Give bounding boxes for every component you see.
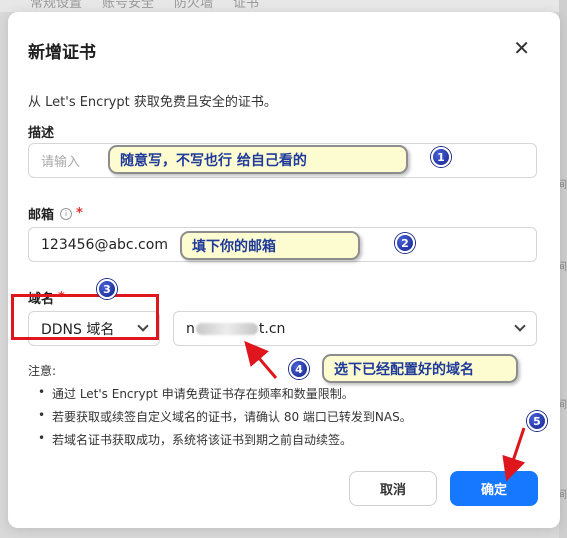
callout-email: 填下你的邮箱: [180, 231, 360, 260]
email-value: 123456@abc.com: [41, 236, 168, 253]
redacted-domain: [195, 322, 258, 335]
dialog-subtitle: 从 Let's Encrypt 获取免费且安全的证书。: [28, 95, 277, 110]
new-certificate-dialog: 新增证书 ✕ 从 Let's Encrypt 获取免费且安全的证书。 描述 请输…: [8, 12, 560, 528]
background-tab: 常规设置: [30, 0, 83, 11]
description-placeholder: 请输入: [41, 155, 81, 170]
domain-value-prefix: n: [186, 320, 195, 337]
description-label-text: 描述: [28, 126, 55, 141]
callout-domain: 选下已经配置好的域名: [322, 354, 518, 383]
note-item: 若要获取或续签自定义域名的证书，请确认 80 端口已转发到NAS。: [38, 408, 412, 425]
confirm-button[interactable]: 确定: [450, 471, 538, 506]
background-tabs: 常规设置 账号安全 防火墙 证书: [30, 0, 259, 11]
description-label: 描述: [28, 122, 54, 141]
email-label: 邮箱 i *: [28, 204, 83, 223]
callout-description: 随意写，不写也行 给自己看的: [108, 145, 408, 174]
background-tab: 账号安全: [102, 0, 155, 11]
note-item: 通过 Let's Encrypt 申请免费证书存在频率和数量限制。: [38, 385, 412, 402]
background-tab: 防火墙: [174, 0, 214, 11]
highlight-box: [11, 294, 159, 340]
note-item: 若域名证书获取成功，系统将该证书到期之前自动续签。: [38, 431, 412, 448]
step-badge-4: 4: [289, 359, 309, 379]
cancel-button[interactable]: 取消: [349, 471, 437, 506]
step-badge-1: 1: [431, 147, 451, 167]
close-icon[interactable]: ✕: [513, 38, 530, 58]
step-badge-3: 3: [97, 279, 117, 299]
chevron-down-icon: [514, 320, 526, 332]
dialog-title: 新增证书: [28, 43, 96, 63]
background-right-edge: 间 间 间 间: [557, 0, 567, 538]
email-label-text: 邮箱: [28, 208, 55, 223]
notes-list: 通过 Let's Encrypt 申请免费证书存在频率和数量限制。 若要获取或续…: [38, 385, 412, 454]
step-badge-5: 5: [527, 411, 547, 431]
domain-value-suffix: t.cn: [258, 320, 286, 337]
step-badge-2: 2: [395, 233, 415, 253]
background-tab: 证书: [233, 0, 260, 11]
info-icon[interactable]: i: [60, 207, 73, 220]
notes-title: 注意:: [28, 364, 57, 378]
domain-select[interactable]: n t.cn: [173, 311, 537, 346]
required-mark: *: [76, 206, 83, 221]
